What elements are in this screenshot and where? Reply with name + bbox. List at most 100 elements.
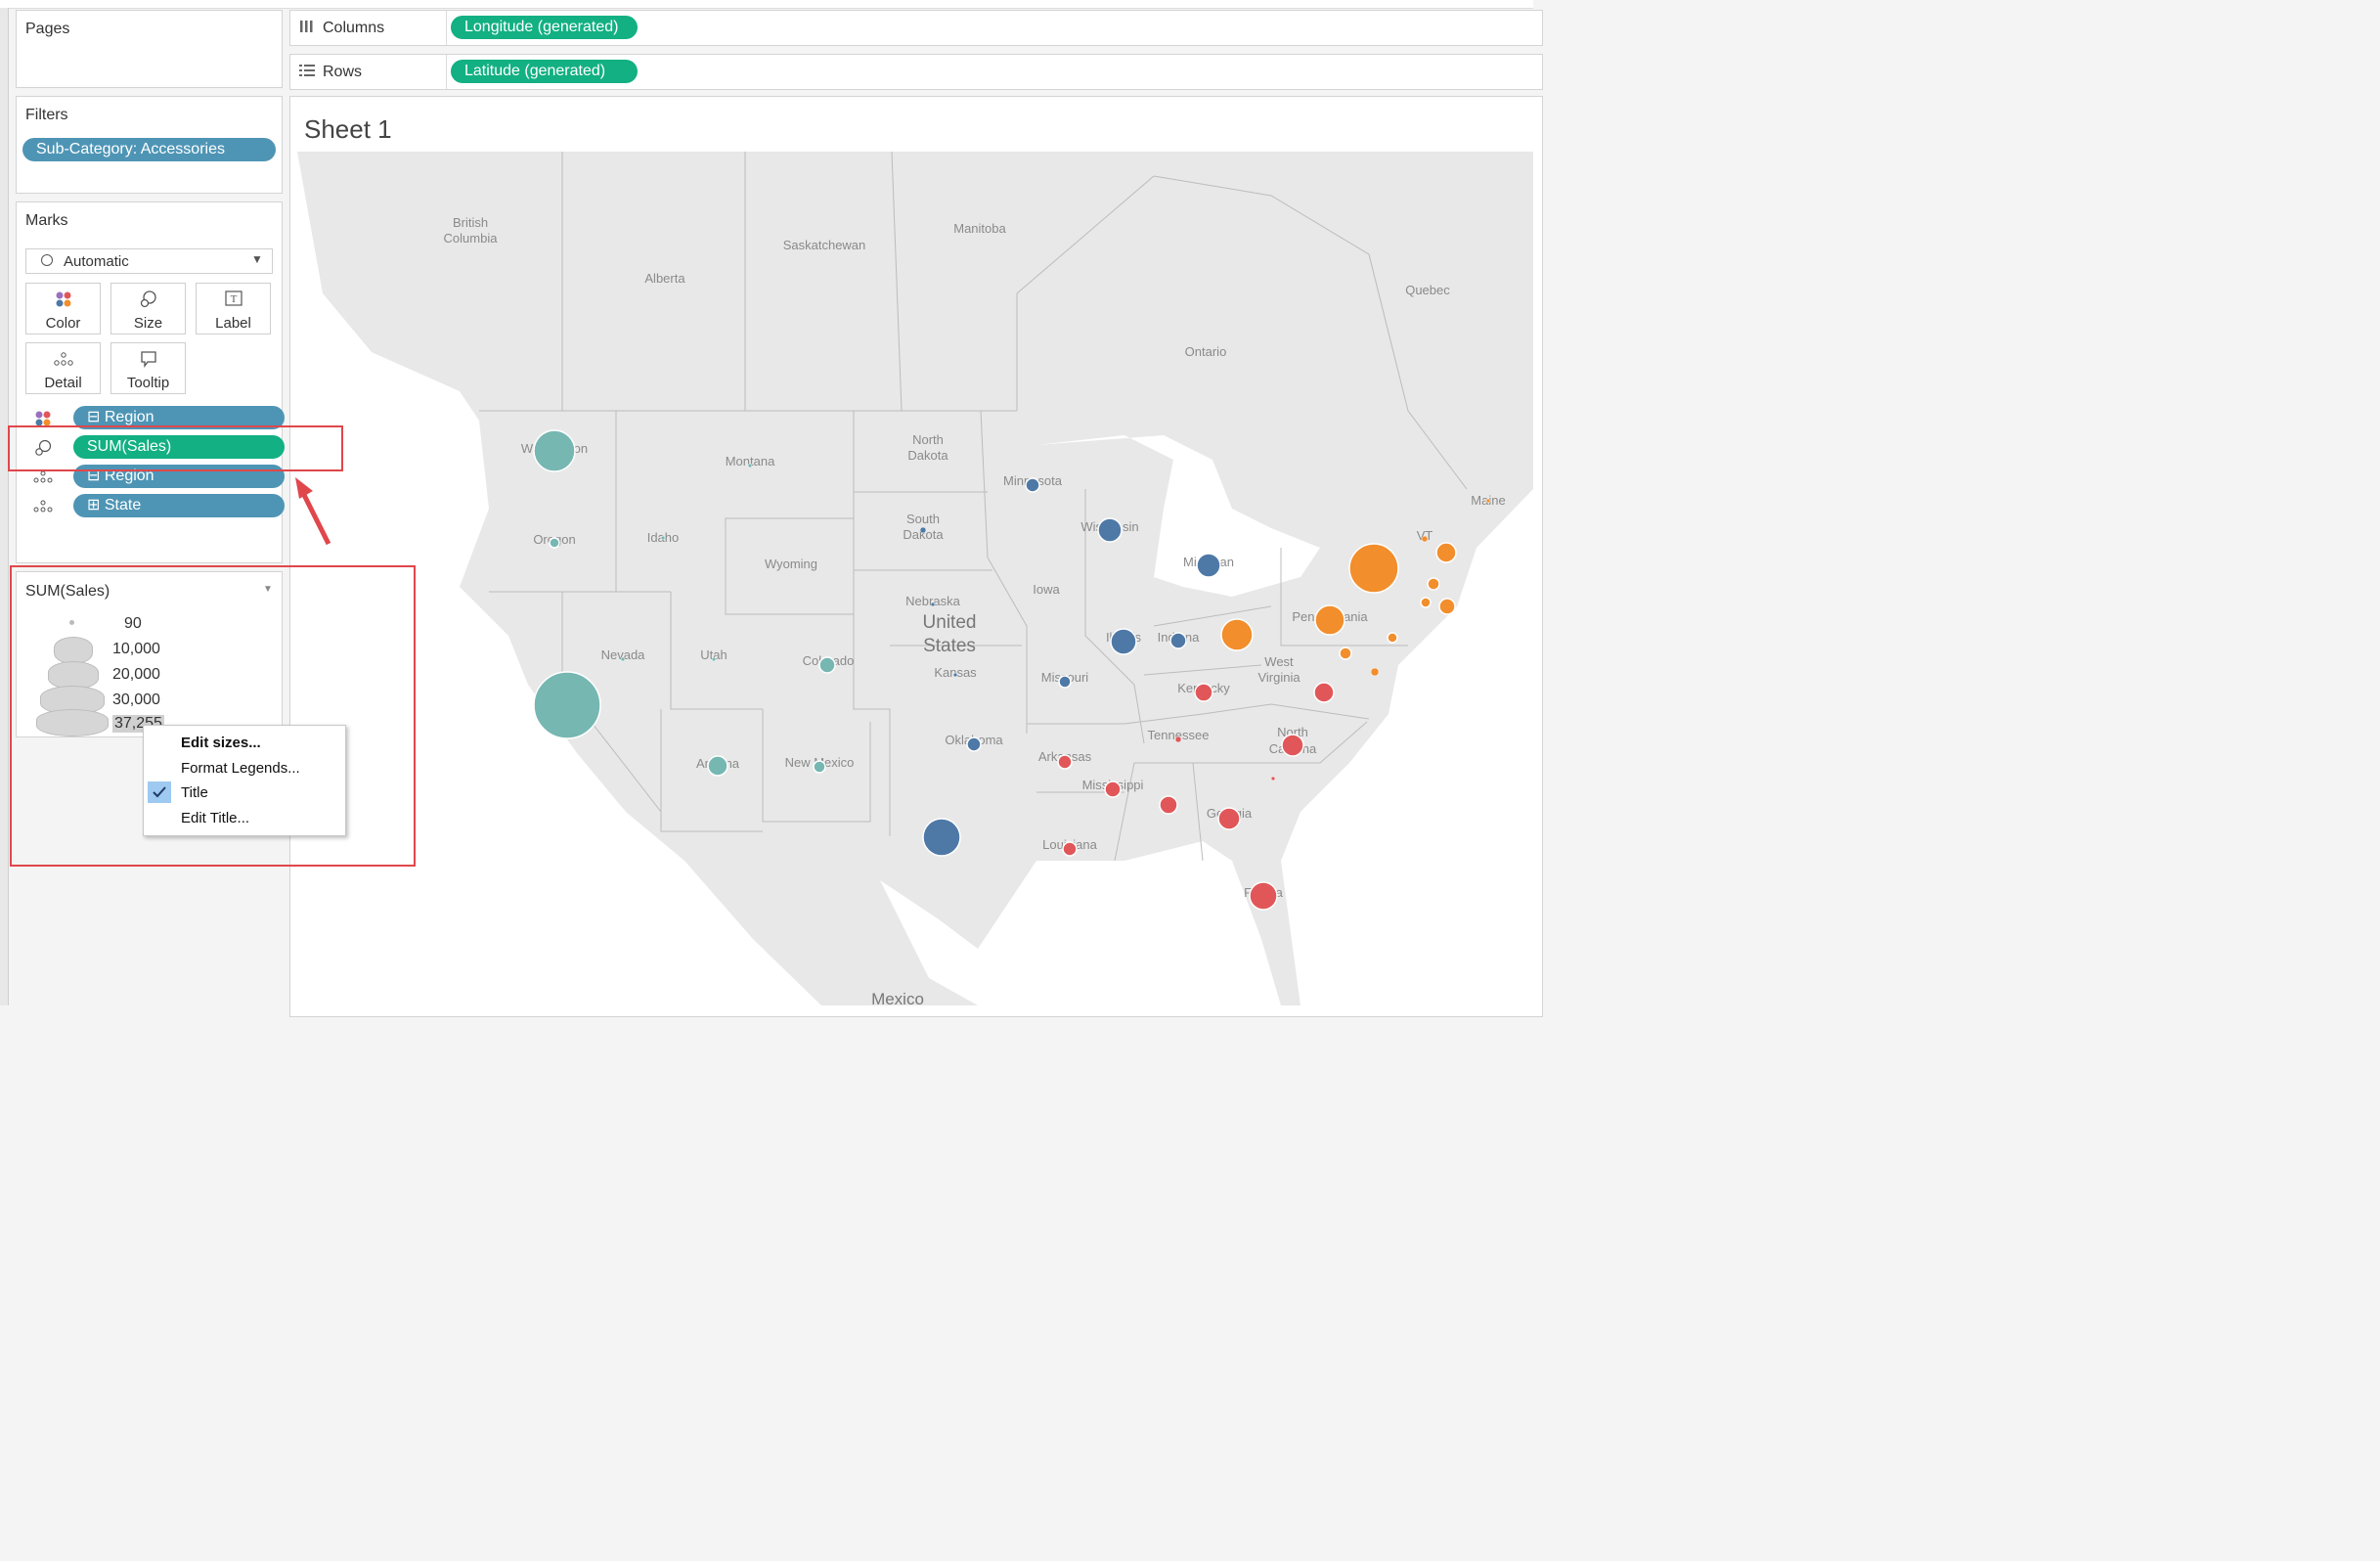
sales-circle-south[interactable]: [1270, 776, 1276, 781]
label-button[interactable]: T Label: [196, 283, 271, 334]
highlight-box-sum-sales: [8, 425, 343, 471]
detail-icon: [32, 470, 54, 489]
rows-label: Rows: [323, 64, 363, 80]
region-label: British: [453, 215, 488, 230]
sales-circle-south[interactable]: [1313, 682, 1335, 703]
sales-circle-west[interactable]: [813, 760, 826, 774]
region-label: Saskatchewan: [783, 238, 866, 252]
sales-circle-west[interactable]: [818, 656, 836, 674]
red-arrow-icon: [295, 477, 331, 546]
sales-circle-west[interactable]: [747, 463, 753, 468]
filters-title: Filters: [25, 107, 68, 123]
tooltip-icon: [111, 349, 185, 369]
sales-circle-south[interactable]: [1062, 841, 1078, 857]
rows-shelf[interactable]: Rows Latitude (generated): [289, 54, 1543, 90]
sales-circle-central[interactable]: [1025, 477, 1040, 493]
country-label: Mexico: [871, 990, 924, 1005]
detail-icon: [32, 500, 54, 518]
detail-button[interactable]: Detail: [25, 342, 101, 394]
region-label: Virginia: [1257, 670, 1300, 685]
sales-circle-east[interactable]: [1420, 597, 1432, 608]
sales-circle-east[interactable]: [1387, 632, 1398, 644]
chevron-down-icon[interactable]: ▼: [251, 252, 263, 266]
sheet-title: Sheet 1: [304, 114, 392, 144]
sales-circle-west[interactable]: [707, 755, 728, 777]
shelf-divider: [446, 11, 447, 45]
sales-circle-east[interactable]: [1485, 498, 1491, 504]
sales-circle-west[interactable]: [533, 429, 576, 472]
tooltip-button[interactable]: Tooltip: [110, 342, 186, 394]
sales-circle-west[interactable]: [533, 671, 601, 739]
tooltip-label: Tooltip: [126, 375, 170, 391]
sales-circle-west[interactable]: [549, 537, 560, 549]
sales-circle-south[interactable]: [1249, 881, 1278, 911]
marks-card: Marks Automatic ▼ Color Size T Label Det…: [16, 201, 285, 563]
text-label-icon: T: [197, 290, 270, 309]
pages-card[interactable]: Pages: [16, 10, 283, 88]
sales-circle-south[interactable]: [1159, 795, 1178, 815]
sales-circle-south[interactable]: [1174, 736, 1182, 743]
sales-circle-east[interactable]: [1339, 647, 1352, 660]
sales-circle-south[interactable]: [1104, 780, 1122, 798]
left-edge-strip: [0, 8, 9, 1005]
sales-circle-central[interactable]: [952, 672, 958, 678]
sales-circle-central[interactable]: [1196, 553, 1221, 578]
sales-circle-east[interactable]: [1421, 535, 1429, 543]
sales-circle-east[interactable]: [1435, 542, 1457, 563]
columns-shelf[interactable]: Columns Longitude (generated): [289, 10, 1543, 46]
detail-label: Detail: [44, 375, 82, 391]
highlight-box-legend: [10, 565, 416, 867]
sales-circle-east[interactable]: [1348, 543, 1399, 594]
region-label: West: [1264, 654, 1294, 669]
region-label: Quebec: [1405, 283, 1450, 297]
sales-circle-west[interactable]: [660, 535, 666, 541]
expand-icon: ⊞: [87, 497, 101, 513]
collapse-icon: ⊟: [87, 409, 101, 425]
region-label: Ontario: [1185, 344, 1227, 359]
region-label: Iowa: [1033, 582, 1060, 597]
pages-title: Pages: [25, 21, 70, 37]
rows-icon: [299, 64, 315, 82]
sales-circle-south[interactable]: [1281, 734, 1304, 757]
field-label: State: [104, 497, 142, 513]
region-label: Manitoba: [953, 221, 1006, 236]
sales-circle-south[interactable]: [1057, 754, 1073, 770]
sales-circle-central[interactable]: [1169, 632, 1187, 649]
mark-type-dropdown[interactable]: Automatic ▼: [25, 248, 273, 274]
filters-card[interactable]: Filters Sub-Category: Accessories: [16, 96, 283, 194]
svg-text:T: T: [230, 293, 237, 305]
filter-pill-subcategory[interactable]: Sub-Category: Accessories: [22, 138, 276, 161]
sales-circle-central[interactable]: [922, 818, 961, 857]
sales-circle-east[interactable]: [1220, 618, 1254, 651]
color-button[interactable]: Color: [25, 283, 101, 334]
region-label: North: [912, 432, 944, 447]
sales-circle-south[interactable]: [1217, 807, 1241, 830]
map-view[interactable]: British Columbia Alberta Saskatchewan Ma…: [297, 152, 1533, 1005]
size-button[interactable]: Size: [110, 283, 186, 334]
sales-circle-central[interactable]: [1097, 517, 1123, 543]
sales-circle-west[interactable]: [620, 656, 626, 662]
sales-circle-central[interactable]: [1058, 675, 1072, 689]
sales-circle-central[interactable]: [966, 736, 982, 752]
sales-circle-east[interactable]: [1370, 667, 1380, 677]
sales-circle-central[interactable]: [919, 526, 927, 534]
sales-circle-central[interactable]: [1110, 628, 1137, 655]
label-label: Label: [215, 315, 251, 332]
rows-pill[interactable]: Latitude (generated): [451, 60, 638, 83]
sales-circle-east[interactable]: [1427, 577, 1440, 591]
size-label: Size: [133, 315, 163, 332]
sales-circle-central[interactable]: [930, 602, 936, 607]
country-label: States: [923, 636, 976, 656]
circle-mark-icon: [41, 254, 53, 266]
marks-title: Marks: [25, 212, 68, 229]
sales-circle-east[interactable]: [1438, 598, 1456, 615]
marks-field-state[interactable]: ⊞ State: [73, 494, 285, 517]
sales-circle-east[interactable]: [1314, 604, 1345, 636]
columns-pill[interactable]: Longitude (generated): [451, 16, 638, 39]
color-icon: [26, 290, 100, 309]
sales-circle-south[interactable]: [1194, 683, 1213, 702]
sales-circle-west[interactable]: [711, 656, 717, 662]
columns-label: Columns: [323, 20, 385, 36]
region-label: Dakota: [907, 448, 948, 463]
field-label: Region: [104, 409, 154, 425]
